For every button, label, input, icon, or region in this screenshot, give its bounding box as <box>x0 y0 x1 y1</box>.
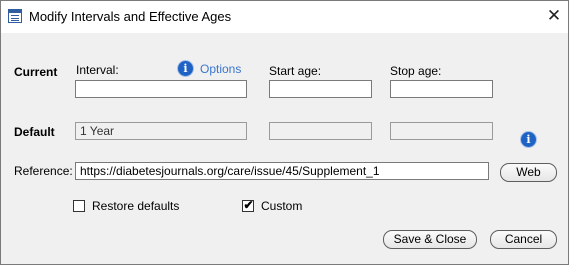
title-bar: Modify Intervals and Effective Ages ✕ <box>1 1 568 33</box>
info-icon-options[interactable]: i <box>178 61 193 76</box>
close-icon[interactable]: ✕ <box>541 3 567 29</box>
default-start-age-field <box>269 122 372 140</box>
current-row-label: Current <box>14 65 58 79</box>
options-link[interactable]: Options <box>200 62 241 76</box>
app-icon <box>8 9 22 23</box>
info-icon[interactable]: i <box>521 132 536 147</box>
restore-defaults-checkbox[interactable] <box>73 200 85 212</box>
cancel-button[interactable]: Cancel <box>490 230 557 249</box>
stop-age-label: Stop age: <box>390 64 442 78</box>
current-start-age-input[interactable] <box>269 80 372 98</box>
dialog-window: Modify Intervals and Effective Ages ✕ In… <box>0 0 569 265</box>
interval-label: Interval: <box>76 63 119 77</box>
custom-label: Custom <box>261 199 303 213</box>
default-stop-age-field <box>390 122 493 140</box>
reference-input[interactable]: https://diabetesjournals.org/care/issue/… <box>75 162 489 180</box>
check-icon: ✔ <box>243 198 254 212</box>
window-title: Modify Intervals and Effective Ages <box>29 9 232 24</box>
current-stop-age-input[interactable] <box>390 80 493 98</box>
save-close-button[interactable]: Save & Close <box>383 230 477 249</box>
start-age-label: Start age: <box>269 64 322 78</box>
reference-label: Reference: <box>14 164 73 178</box>
web-button[interactable]: Web <box>500 163 557 182</box>
custom-checkbox[interactable]: ✔ <box>242 198 254 212</box>
current-interval-input[interactable] <box>75 80 247 98</box>
default-row-label: Default <box>14 125 55 139</box>
restore-defaults-label: Restore defaults <box>92 199 180 213</box>
default-interval-field: 1 Year <box>75 122 247 140</box>
